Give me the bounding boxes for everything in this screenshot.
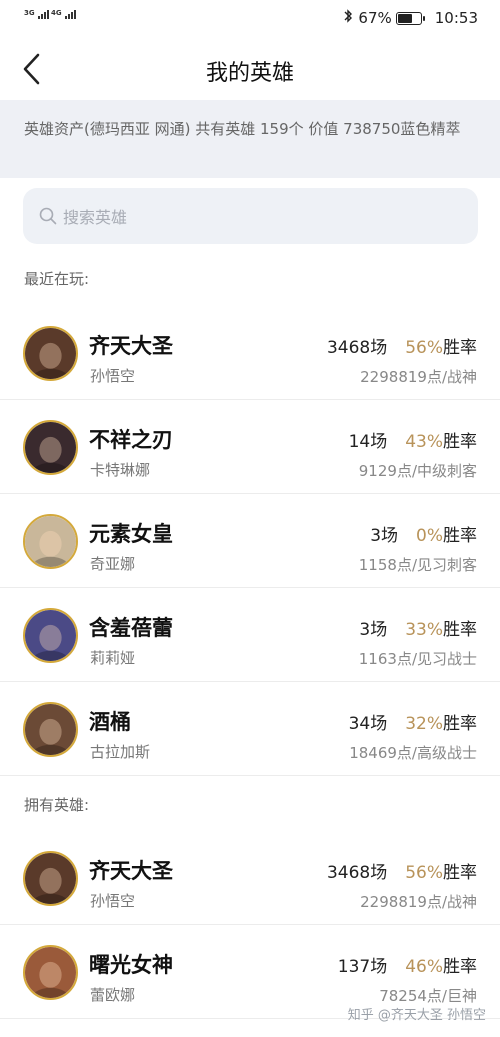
battery-icon: [395, 11, 425, 25]
page-title: 我的英雄: [205, 61, 294, 86]
hero-games: 137场: [337, 957, 388, 977]
hero-stats: 3场 33%胜率: [359, 615, 477, 640]
hero-avatar: [23, 702, 78, 757]
hero-stats: 137场 46%胜率: [338, 952, 477, 977]
hero-avatar: [23, 608, 78, 663]
hero-avatar: [23, 514, 78, 569]
hero-winrate: 43%: [405, 432, 443, 452]
hero-avatar: [23, 420, 78, 475]
hero-games: 3场: [359, 620, 388, 640]
hero-row[interactable]: 含羞蓓蕾 莉莉娅 3场 33%胜率 1163点/见习战士: [0, 588, 500, 682]
hero-stats: 34场 32%胜率: [349, 709, 477, 734]
hero-champion-name: 莉莉娅: [90, 649, 136, 667]
hero-stats: 3468场 56%胜率: [327, 858, 477, 883]
hero-winrate-label: 胜率: [443, 526, 477, 546]
hero-winrate-label: 胜率: [443, 714, 477, 734]
hero-winrate-label: 胜率: [443, 338, 477, 358]
hero-winrate: 46%: [405, 957, 443, 977]
hero-row[interactable]: 齐天大圣 孙悟空 3468场 56%胜率 2298819点/战神: [0, 306, 500, 400]
status-right: 67% 10:53: [343, 9, 478, 27]
signal-icon: 3G: [24, 10, 50, 19]
hero-stats: 3468场 56%胜率: [327, 333, 477, 358]
hero-row[interactable]: 酒桶 古拉加斯 34场 32%胜率 18469点/高级战士: [0, 682, 500, 776]
hero-winrate: 32%: [405, 714, 443, 734]
hero-points: 1158点/见习刺客: [358, 556, 477, 574]
hero-points: 2298819点/战神: [360, 893, 477, 911]
hero-name: 不祥之刃: [89, 428, 173, 452]
hero-games: 34场: [348, 714, 388, 734]
hero-name: 含羞蓓蕾: [89, 616, 173, 640]
hero-name: 酒桶: [89, 710, 131, 734]
hero-avatar: [23, 945, 78, 1000]
hero-games: 3468场: [326, 338, 388, 358]
hero-points: 78254点/巨神: [379, 987, 477, 1005]
hero-winrate: 56%: [405, 338, 443, 358]
avatar-portrait-icon: [25, 516, 76, 567]
status-bar: 3G 4G 67% 10:53: [0, 0, 500, 38]
avatar-portrait-icon: [25, 610, 76, 661]
search-icon: [39, 207, 57, 225]
hero-row[interactable]: 不祥之刃 卡特琳娜 14场 43%胜率 9129点/中级刺客: [0, 400, 500, 494]
asset-summary: 英雄资产(德玛西亚 网通) 共有英雄 159个 价值 738750蓝色精萃: [0, 100, 500, 178]
network-type-label: 4G: [51, 9, 62, 17]
recent-section-label: 最近在玩:: [24, 270, 90, 288]
owned-section-label: 拥有英雄:: [24, 796, 90, 814]
hero-stats: 14场 43%胜率: [349, 427, 477, 452]
hero-winrate-label: 胜率: [443, 432, 477, 452]
hero-name: 曙光女神: [89, 953, 173, 977]
hero-points: 1163点/见习战士: [358, 650, 477, 668]
hero-avatar: [23, 851, 78, 906]
hero-name: 齐天大圣: [89, 334, 173, 358]
hero-winrate: 56%: [405, 863, 443, 883]
hero-winrate-label: 胜率: [443, 620, 477, 640]
avatar-portrait-icon: [25, 422, 76, 473]
avatar-portrait-icon: [25, 328, 76, 379]
network-type-label: 3G: [24, 9, 35, 17]
hero-row[interactable]: 元素女皇 奇亚娜 3场 0%胜率 1158点/见习刺客: [0, 494, 500, 588]
hero-avatar: [23, 326, 78, 381]
hero-points: 2298819点/战神: [360, 368, 477, 386]
hero-winrate-label: 胜率: [443, 863, 477, 883]
hero-stats: 3场 0%胜率: [370, 521, 477, 546]
hero-points: 18469点/高级战士: [349, 744, 477, 762]
hero-name: 元素女皇: [89, 522, 173, 546]
hero-winrate: 0%: [416, 526, 443, 546]
hero-name: 齐天大圣: [89, 859, 173, 883]
hero-winrate: 33%: [405, 620, 443, 640]
clock-time: 10:53: [434, 9, 478, 27]
hero-row[interactable]: 齐天大圣 孙悟空 3468场 56%胜率 2298819点/战神: [0, 831, 500, 925]
hero-games: 3场: [370, 526, 399, 546]
hero-champion-name: 孙悟空: [90, 892, 136, 910]
avatar-portrait-icon: [25, 853, 76, 904]
hero-champion-name: 孙悟空: [90, 367, 136, 385]
hero-games: 14场: [348, 432, 388, 452]
battery-percent: 67%: [358, 9, 392, 27]
hero-points: 9129点/中级刺客: [358, 462, 477, 480]
hero-games: 3468场: [326, 863, 388, 883]
nav-bar: 我的英雄: [0, 38, 500, 100]
signal-icon: 4G: [51, 10, 77, 19]
bluetooth-icon: [343, 9, 353, 27]
hero-winrate-label: 胜率: [443, 957, 477, 977]
hero-champion-name: 奇亚娜: [90, 555, 136, 573]
hero-champion-name: 古拉加斯: [90, 743, 151, 761]
watermark: 知乎 @齐天大圣 孙悟空: [347, 1008, 486, 1023]
avatar-portrait-icon: [25, 704, 76, 755]
hero-champion-name: 蕾欧娜: [90, 986, 136, 1004]
avatar-portrait-icon: [25, 947, 76, 998]
search-input[interactable]: 搜索英雄: [23, 188, 478, 244]
search-placeholder: 搜索英雄: [63, 208, 128, 227]
hero-champion-name: 卡特琳娜: [90, 461, 151, 479]
